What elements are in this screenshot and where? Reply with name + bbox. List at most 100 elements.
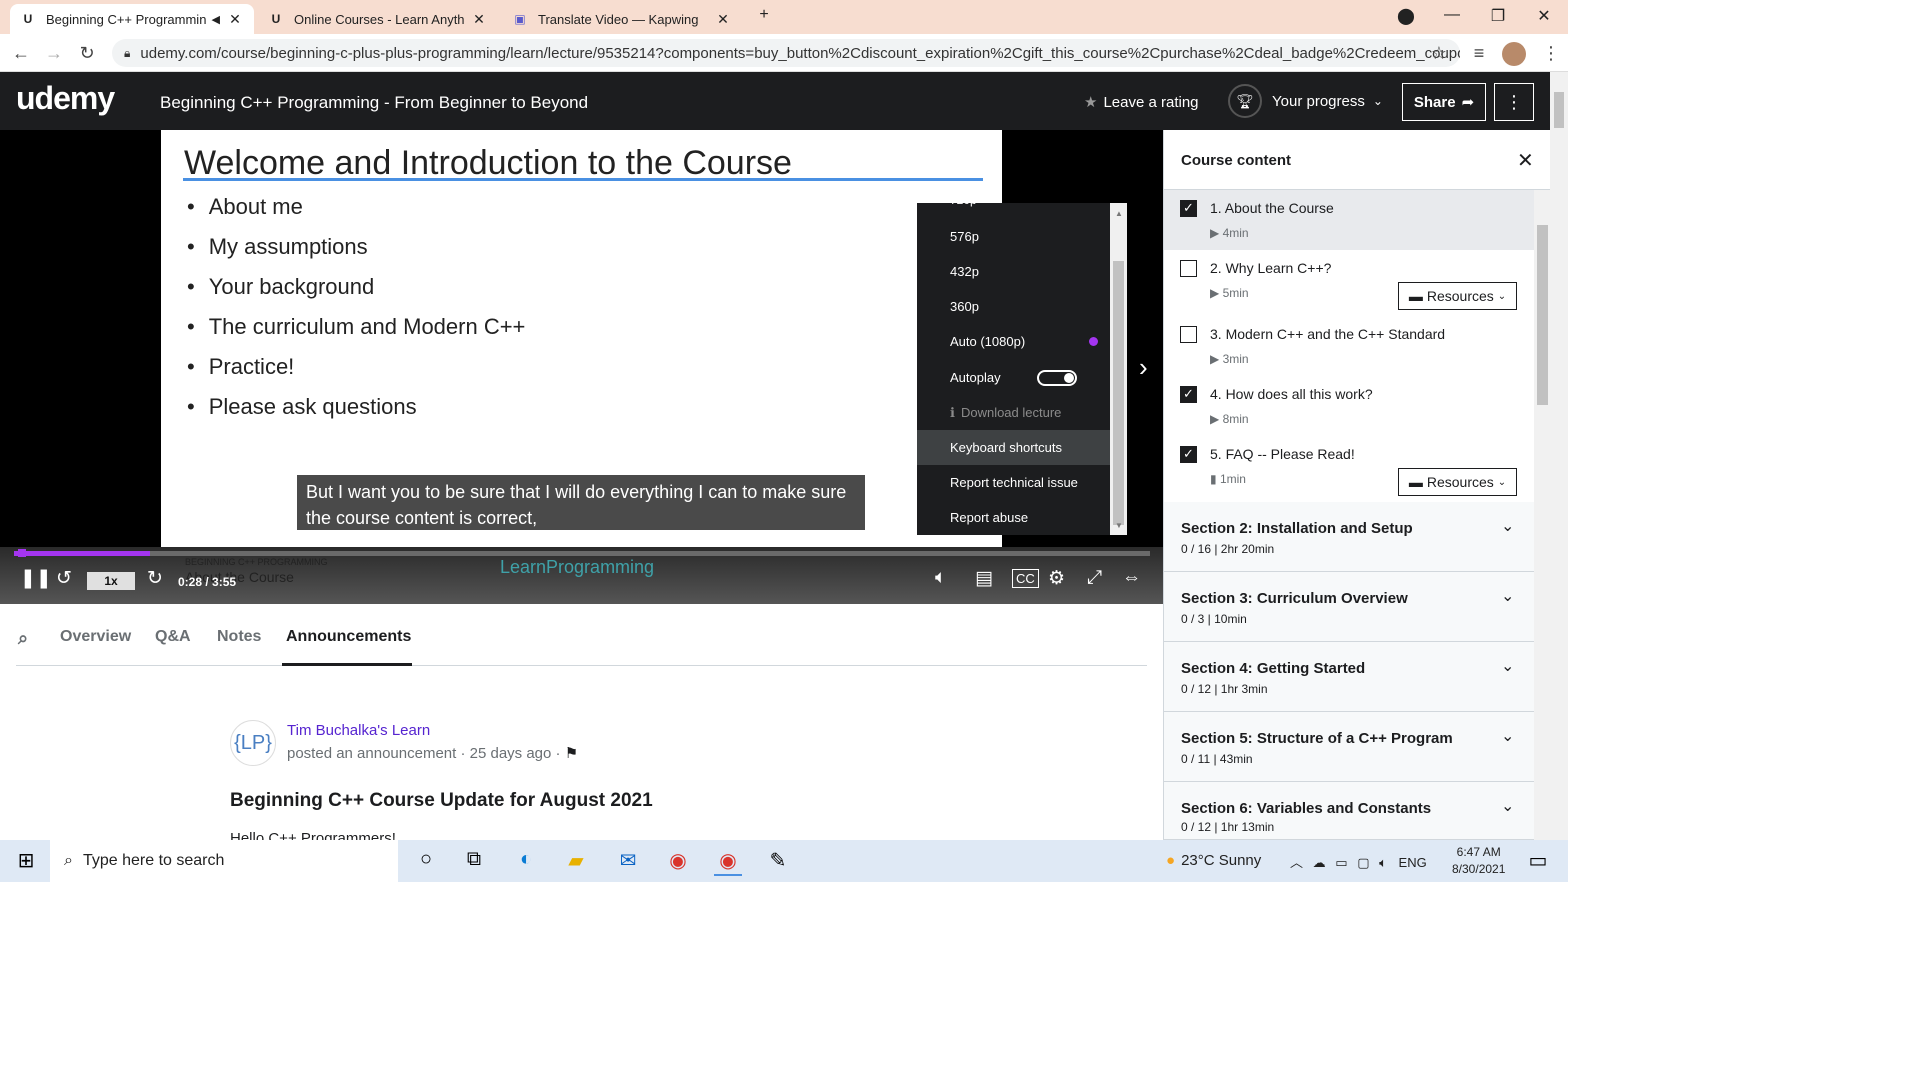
tab-announcements[interactable]: Announcements	[286, 628, 411, 646]
scroll-up-icon[interactable]: ▲	[1115, 209, 1123, 218]
autoplay-toggle-row[interactable]: Autoplay	[917, 360, 1110, 395]
close-tab-icon[interactable]: ✕	[226, 11, 244, 28]
edge-icon[interactable]: ◐	[512, 848, 540, 876]
announcement-author[interactable]: Tim Buchalka's Learn	[287, 722, 430, 739]
pause-icon[interactable]: ❚❚	[20, 567, 52, 590]
tab-notes[interactable]: Notes	[217, 628, 261, 646]
quality-720p-option[interactable]: 720p	[917, 203, 1110, 211]
network-icon[interactable]: ▢	[1357, 855, 1369, 870]
reload-icon[interactable]: ↻	[76, 42, 98, 64]
next-lecture-arrow-icon[interactable]: ›	[1139, 352, 1148, 383]
lecture-item[interactable]: 3. Modern C++ and the C++ Standard ▶︎ 3m…	[1164, 316, 1534, 376]
page-scroll-thumb[interactable]	[1554, 92, 1564, 128]
notifications-icon[interactable]: ▭	[1524, 848, 1552, 876]
minimize-icon[interactable]: —	[1440, 6, 1464, 28]
paint-icon[interactable]: ✎	[764, 848, 792, 876]
rewind-icon[interactable]: ↺	[56, 567, 72, 590]
file-explorer-icon[interactable]: ▰	[562, 848, 590, 876]
section-header[interactable]: Section 6: Variables and Constants 0 / 1…	[1164, 782, 1534, 840]
clock[interactable]: 6:47 AM 8/30/2021	[1452, 844, 1505, 878]
chevron-down-icon[interactable]: ⌄	[1501, 726, 1514, 746]
captions-icon[interactable]: CC	[1012, 569, 1039, 588]
task-view-icon[interactable]: ⧉	[460, 848, 488, 876]
close-icon[interactable]: ✕	[1517, 148, 1534, 173]
battery-icon[interactable]: ▭	[1335, 855, 1347, 870]
page-scrollbar[interactable]	[1550, 72, 1568, 840]
quality-432p-option[interactable]: 432p	[917, 254, 1110, 289]
chevron-down-icon[interactable]: ⌄	[1501, 586, 1514, 606]
fullscreen-icon[interactable]: ⤢	[1087, 567, 1102, 589]
section-header[interactable]: Section 5: Structure of a C++ Program 0 …	[1164, 712, 1534, 782]
report-abuse-option[interactable]: Report abuse	[917, 500, 1110, 535]
settings-scrollbar[interactable]: ▲ ▼	[1110, 203, 1127, 535]
lecture-checkbox[interactable]	[1180, 260, 1197, 277]
more-options-icon[interactable]: ⋮	[1494, 83, 1534, 121]
course-title[interactable]: Beginning C++ Programming - From Beginne…	[160, 93, 588, 113]
mail-icon[interactable]: ✉	[614, 848, 642, 876]
media-control-icon[interactable]: ≡	[1468, 42, 1490, 64]
taskbar-search[interactable]: ⌕ Type here to search	[50, 840, 398, 882]
back-icon[interactable]: ←	[10, 42, 32, 64]
browser-tab-active[interactable]: U Beginning C++ Programmin ◀︎ ✕	[10, 4, 254, 34]
forward-icon[interactable]: ↻	[147, 567, 163, 590]
playback-speed-button[interactable]: 1x	[87, 572, 135, 590]
progress-button[interactable]: 🏆︎ Your progress ⌄	[1228, 84, 1383, 118]
section-header[interactable]: Section 4: Getting Started 0 / 12 | 1hr …	[1164, 642, 1534, 712]
tab-overview[interactable]: Overview	[60, 628, 131, 646]
report-technical-issue-option[interactable]: Report technical issue	[917, 465, 1110, 500]
lecture-checkbox[interactable]: ✓	[1180, 200, 1197, 217]
new-tab-icon[interactable]: +	[752, 6, 776, 28]
profile-avatar[interactable]	[1502, 42, 1526, 66]
seek-handle[interactable]	[18, 549, 26, 557]
windows-start-icon[interactable]: ⊞	[12, 848, 40, 876]
volume-icon[interactable]: 🔈︎	[935, 567, 946, 589]
flag-icon[interactable]: ⚑	[565, 745, 578, 762]
url-bar[interactable]: 🔒︎ udemy.com/course/beginning-c-plus-plu…	[112, 39, 1460, 67]
seek-bar[interactable]	[14, 551, 1150, 556]
autoplay-toggle[interactable]	[1037, 370, 1077, 386]
expand-width-icon[interactable]: ⇔	[1122, 567, 1141, 589]
tab-qa[interactable]: Q&A	[155, 628, 191, 646]
video-player[interactable]: Welcome and Introduction to the Course A…	[0, 130, 1163, 604]
quality-576p-option[interactable]: 576p	[917, 219, 1110, 254]
settings-gear-icon[interactable]: ⚙︎	[1048, 567, 1065, 590]
scroll-down-icon[interactable]: ▼	[1115, 521, 1123, 530]
lecture-item[interactable]: ✓ 5. FAQ -- Please Read! ▮ 1min ▬ Resourc…	[1164, 436, 1534, 502]
scroll-thumb[interactable]	[1113, 261, 1124, 525]
chrome-icon[interactable]: ◉	[664, 848, 692, 876]
chrome-menu-icon[interactable]: ⋮	[1540, 42, 1562, 64]
forward-icon[interactable]: →	[43, 42, 65, 64]
resources-dropdown[interactable]: ▬ Resources ⌄	[1398, 468, 1517, 496]
cortana-icon[interactable]: ○	[412, 848, 440, 876]
restore-icon[interactable]: ❐	[1486, 6, 1510, 28]
language-indicator[interactable]: ENG	[1399, 855, 1427, 870]
chevron-down-icon[interactable]: ⌄	[1501, 796, 1514, 816]
browser-tab[interactable]: ▣ Translate Video — Kapwing ✕	[502, 4, 742, 34]
section-header[interactable]: Section 2: Installation and Setup 0 / 16…	[1164, 502, 1534, 572]
leave-rating-button[interactable]: ★ Leave a rating	[1084, 93, 1199, 111]
instructor-avatar[interactable]: {LP}	[230, 720, 276, 766]
lecture-checkbox[interactable]	[1180, 326, 1197, 343]
tab-search-icon[interactable]: ⬤	[1394, 6, 1418, 28]
weather-widget[interactable]: ● 23°C Sunny	[1166, 852, 1261, 869]
chevron-down-icon[interactable]: ⌄	[1501, 516, 1514, 536]
lecture-checkbox[interactable]: ✓	[1180, 386, 1197, 403]
lecture-checkbox[interactable]: ✓	[1180, 446, 1197, 463]
transcript-icon[interactable]: ▤	[975, 567, 993, 590]
keyboard-shortcuts-option[interactable]: Keyboard shortcuts	[917, 430, 1110, 465]
close-tab-icon[interactable]: ✕	[714, 11, 732, 28]
share-button[interactable]: Share ➦	[1402, 83, 1486, 121]
browser-tab[interactable]: U Online Courses - Learn Anything, ✕	[258, 4, 498, 34]
lecture-item[interactable]: ✓ 1. About the Course ▶︎ 4min	[1164, 190, 1534, 250]
search-icon[interactable]: ⌕	[18, 628, 28, 649]
sidebar-scroll-thumb[interactable]	[1537, 225, 1548, 405]
quality-360p-option[interactable]: 360p	[917, 289, 1110, 324]
resources-dropdown[interactable]: ▬ Resources ⌄	[1398, 282, 1517, 310]
close-window-icon[interactable]: ✕	[1532, 6, 1556, 28]
chevron-down-icon[interactable]: ⌄	[1501, 656, 1514, 676]
udemy-logo[interactable]: udemy	[16, 80, 115, 117]
quality-auto-option[interactable]: Auto (1080p)	[917, 324, 1110, 359]
chrome-active-icon[interactable]: ◉	[714, 848, 742, 876]
chevron-up-icon[interactable]: ︿	[1290, 855, 1303, 870]
close-tab-icon[interactable]: ✕	[470, 11, 488, 28]
